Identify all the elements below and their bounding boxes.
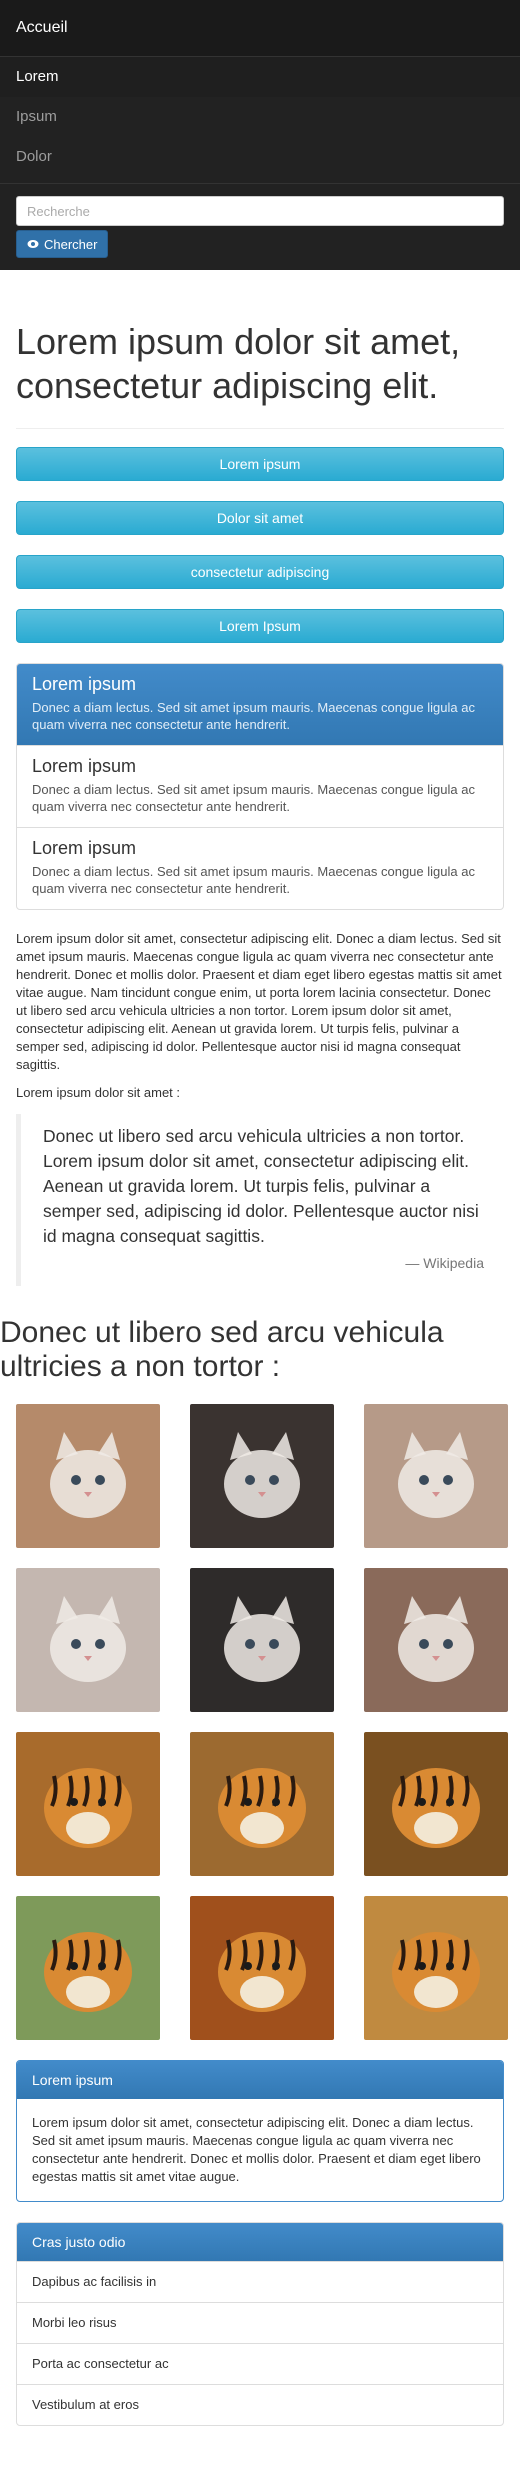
search-button[interactable]: Chercher: [16, 230, 109, 258]
hero-button-1[interactable]: Lorem ipsum: [16, 447, 504, 481]
list-group-item-title: Lorem ipsum: [32, 838, 137, 858]
divider: [16, 428, 504, 429]
panel-body: Lorem ipsum dolor sit amet, consectetur …: [32, 2115, 481, 2184]
list-group-item-text: Donec a diam lectus. Sed sit amet ipsum …: [32, 700, 475, 732]
kitten-photo[interactable]: [190, 1404, 334, 1548]
blockquote: Donec ut libero sed arcu vehicula ultric…: [16, 1114, 504, 1286]
navbar-brand[interactable]: Accueil: [0, 0, 520, 57]
list-group-item-title: Lorem ipsum: [32, 756, 137, 776]
tiger-photo[interactable]: [364, 1732, 508, 1876]
panel-primary: Lorem ipsum Lorem ipsum dolor sit amet, …: [16, 2060, 504, 2202]
hero-title: Lorem ipsum dolor sit amet, consectetur …: [16, 321, 461, 406]
list-group-item[interactable]: Lorem ipsum Donec a diam lectus. Sed sit…: [17, 746, 503, 828]
tiger-photo[interactable]: [16, 1732, 160, 1876]
list-group-item-title: Lorem ipsum: [32, 674, 137, 694]
tiger-photo[interactable]: [190, 1732, 334, 1876]
panel-list-item[interactable]: Porta ac consectetur ac: [17, 2344, 503, 2385]
panel-list-item[interactable]: Vestibulum at eros: [17, 2385, 503, 2425]
navbar: Accueil Lorem Ipsum Dolor Chercher: [0, 0, 520, 270]
quote-source: — Wikipedia: [405, 1255, 484, 1271]
list-group-item-text: Donec a diam lectus. Sed sit amet ipsum …: [32, 782, 475, 814]
list-group-item[interactable]: Lorem ipsum Donec a diam lectus. Sed sit…: [17, 664, 503, 746]
tiger-photo[interactable]: [364, 1896, 508, 2040]
eye-icon: [27, 237, 39, 252]
panel-list-item[interactable]: Dapibus ac facilisis in: [17, 2262, 503, 2303]
gallery-title: Donec ut libero sed arcu vehicula ultric…: [0, 1316, 444, 1383]
hero: Lorem ipsum dolor sit amet, consectetur …: [0, 270, 520, 910]
body-content: Lorem ipsum dolor sit amet, consectetur …: [0, 930, 520, 1286]
kitten-photo[interactable]: [16, 1404, 160, 1548]
nav-item-lorem[interactable]: Lorem: [0, 57, 520, 97]
search-input[interactable]: [16, 196, 504, 226]
panel-list: Cras justo odio Dapibus ac facilisis in …: [16, 2222, 504, 2426]
image-gallery: [0, 1404, 520, 2040]
tiger-photo[interactable]: [190, 1896, 334, 2040]
body-paragraph: Lorem ipsum dolor sit amet, consectetur …: [16, 931, 502, 1072]
list-group-item[interactable]: Lorem ipsum Donec a diam lectus. Sed sit…: [17, 828, 503, 909]
hero-button-4[interactable]: Lorem Ipsum: [16, 609, 504, 643]
tiger-photo[interactable]: [16, 1896, 160, 2040]
kitten-photo[interactable]: [16, 1568, 160, 1712]
search-form: Chercher: [0, 183, 520, 258]
panel-heading: Lorem ipsum: [17, 2061, 503, 2099]
kitten-photo[interactable]: [364, 1568, 508, 1712]
list-group-item-text: Donec a diam lectus. Sed sit amet ipsum …: [32, 864, 475, 896]
quote-text: Donec ut libero sed arcu vehicula ultric…: [43, 1126, 479, 1246]
list-group: Lorem ipsum Donec a diam lectus. Sed sit…: [16, 663, 504, 910]
nav-item-dolor[interactable]: Dolor: [0, 137, 520, 177]
kitten-photo[interactable]: [364, 1404, 508, 1548]
hero-button-2[interactable]: Dolor sit amet: [16, 501, 504, 535]
panel-list-item[interactable]: Morbi leo risus: [17, 2303, 503, 2344]
nav-item-ipsum[interactable]: Ipsum: [0, 97, 520, 137]
hero-button-3[interactable]: consectetur adipiscing: [16, 555, 504, 589]
quote-intro: Lorem ipsum dolor sit amet :: [16, 1085, 181, 1100]
search-button-label: Chercher: [44, 236, 98, 252]
panel-list-heading: Cras justo odio: [17, 2223, 503, 2262]
kitten-photo[interactable]: [190, 1568, 334, 1712]
